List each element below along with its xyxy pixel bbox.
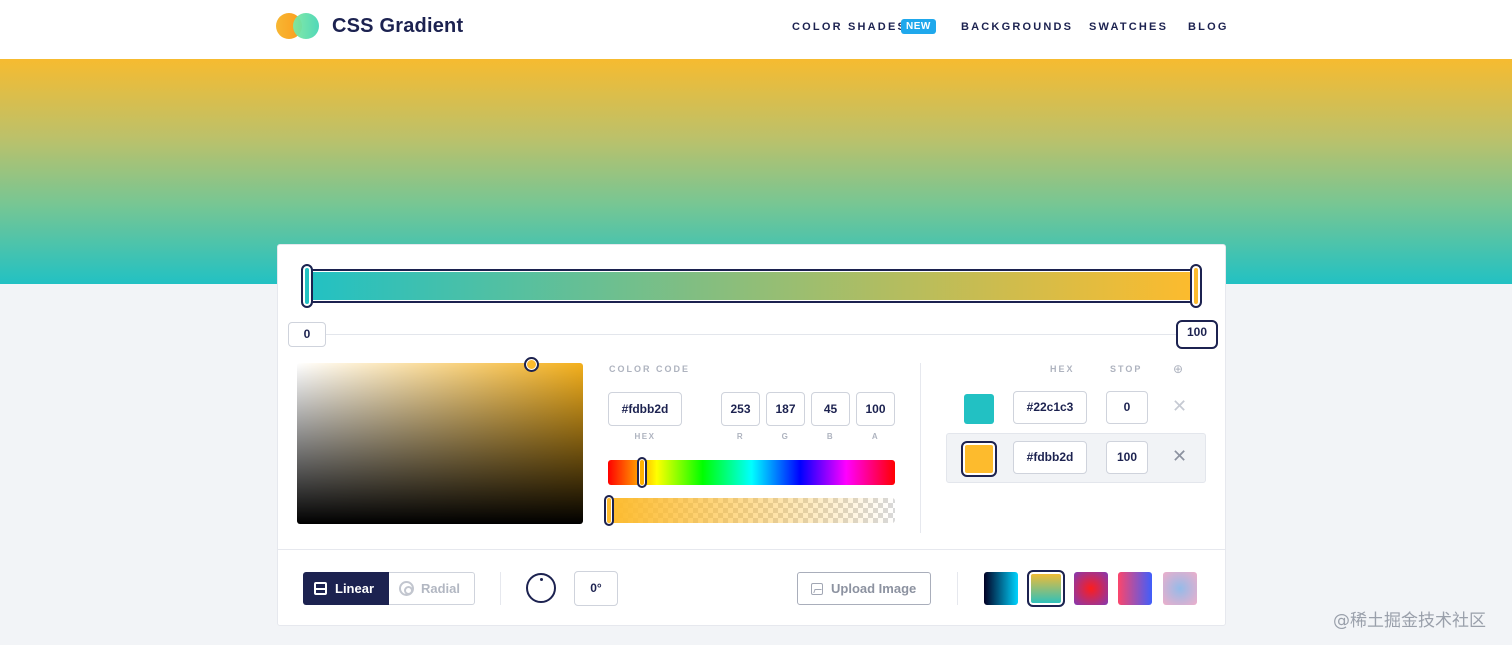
stop-row-selected[interactable]: #fdbb2d 100 ✕ [946, 433, 1206, 483]
r-sub-label: R [736, 432, 745, 441]
stop-position-input[interactable]: 0 [1106, 391, 1148, 424]
toolbar-separator [500, 572, 501, 605]
stop-hex-input[interactable]: #22c1c3 [1013, 391, 1087, 424]
nav-blog[interactable]: BLOG [1188, 21, 1229, 33]
stop-hex-input[interactable]: #fdbb2d [1013, 441, 1087, 474]
radial-icon [399, 581, 414, 596]
stop-position-0[interactable]: 0 [288, 322, 326, 347]
preset-gradient[interactable] [984, 572, 1018, 605]
brand-name[interactable]: CSS Gradient [332, 15, 463, 38]
saturation-value-picker[interactable] [297, 363, 583, 524]
stop-handle-100[interactable] [1190, 264, 1202, 308]
linear-icon [314, 582, 327, 595]
watermark-text: @稀土掘金技术社区 [1333, 611, 1486, 631]
preset-gradient-selected[interactable] [1027, 570, 1065, 607]
angle-dial-icon[interactable] [526, 573, 556, 603]
hue-slider[interactable] [608, 460, 895, 485]
nav-backgrounds[interactable]: BACKGROUNDS [961, 21, 1073, 33]
gradient-bar[interactable] [307, 269, 1197, 303]
blue-input[interactable]: 45 [811, 392, 850, 426]
preset-gradient[interactable] [1074, 572, 1108, 605]
stop-swatch[interactable] [964, 394, 994, 424]
g-sub-label: G [781, 432, 790, 441]
green-input[interactable]: 187 [766, 392, 805, 426]
alpha-slider-handle[interactable] [604, 495, 614, 526]
alpha-input[interactable]: 100 [856, 392, 895, 426]
toolbar-divider [278, 549, 1225, 550]
new-badge: NEW [901, 19, 936, 34]
stop-row[interactable]: #22c1c3 0 ✕ [946, 383, 1206, 433]
hex-input[interactable]: #fdbb2d [608, 392, 682, 426]
image-icon [811, 583, 823, 595]
stop-list-hex-header: HEX [1050, 364, 1075, 374]
preset-gradient[interactable] [1118, 572, 1152, 605]
red-input[interactable]: 253 [721, 392, 760, 426]
stop-track [324, 334, 1180, 335]
delete-stop-icon[interactable]: ✕ [1172, 397, 1187, 415]
angle-input[interactable]: 0° [574, 571, 618, 606]
saturation-cursor[interactable] [524, 357, 539, 372]
toolbar-separator [957, 572, 958, 605]
delete-stop-icon[interactable]: ✕ [1172, 447, 1187, 465]
a-sub-label: A [871, 432, 880, 441]
stop-list-stop-header: STOP [1110, 364, 1143, 374]
stop-position-100[interactable]: 100 [1176, 320, 1218, 349]
hue-slider-handle[interactable] [637, 457, 647, 488]
hex-sub-label: HEX [634, 432, 656, 441]
top-header: CSS Gradient COLOR SHADES NEW BACKGROUND… [0, 0, 1512, 59]
stop-swatch[interactable] [961, 441, 997, 477]
preset-gradient[interactable] [1163, 572, 1197, 605]
stop-handle-0[interactable] [301, 264, 313, 308]
add-stop-icon[interactable]: ⊕ [1173, 362, 1183, 376]
b-sub-label: B [826, 432, 835, 441]
stop-position-input[interactable]: 100 [1106, 441, 1148, 474]
color-code-label: COLOR CODE [609, 364, 691, 374]
nav-color-shades[interactable]: COLOR SHADES [792, 21, 907, 33]
nav-swatches[interactable]: SWATCHES [1089, 21, 1168, 33]
gradient-editor-panel: 0 100 COLOR CODE #fdbb2d 253 187 45 100 … [277, 244, 1226, 626]
vertical-divider [920, 363, 921, 533]
alpha-slider[interactable] [608, 498, 895, 523]
logo-icon[interactable] [276, 13, 322, 41]
logo-circle-green [293, 13, 319, 39]
